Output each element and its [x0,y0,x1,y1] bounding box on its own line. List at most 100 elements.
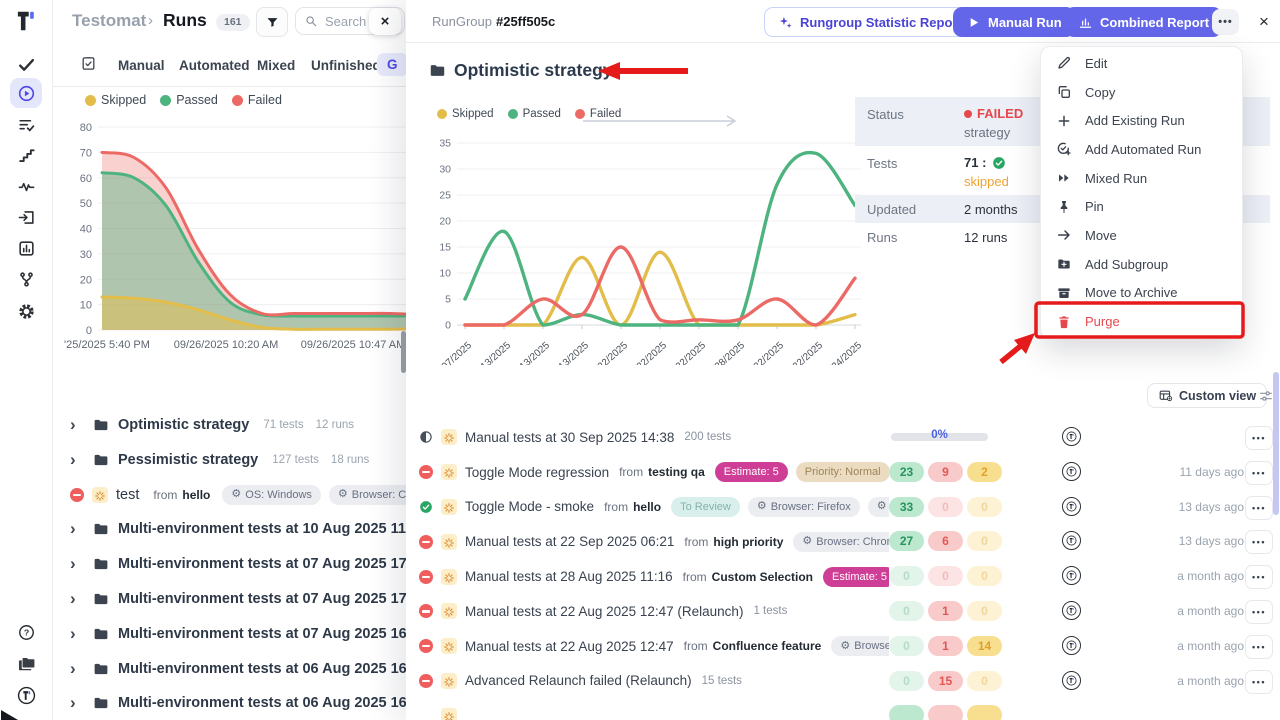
chevron-right-icon[interactable]: › [70,627,84,641]
sidebar-item-import[interactable] [10,202,42,232]
sidebar-item-folders[interactable] [10,648,42,678]
row-menu-button[interactable]: ••• [1245,426,1273,450]
gear-icon: ⚙ [840,641,850,652]
close-panel-button[interactable]: × [1252,9,1276,35]
svg-text:09/26/2025 10:20 AM: 09/26/2025 10:20 AM [174,339,279,351]
manual-run-button[interactable]: Manual Run [953,7,1075,37]
menu-item-add-automated-run[interactable]: Add Automated Run [1041,135,1242,164]
run-row[interactable]: Toggle Mode regressionfromtesting qaEsti… [406,455,1280,490]
svg-text:10: 10 [80,300,92,312]
chevron-right-icon[interactable]: › [70,557,84,571]
menu-item-purge[interactable]: Purge [1041,307,1242,336]
tab-unfinished[interactable]: Unfinished [311,58,381,73]
avatar[interactable] [1062,427,1081,446]
avatar[interactable] [1062,671,1081,690]
breadcrumb-parent[interactable]: Testomat [72,11,146,31]
filter-button[interactable] [256,7,288,37]
sidebar-item-pulse[interactable] [10,171,42,201]
sidebar-item-branch[interactable] [10,264,42,294]
avatar[interactable] [1062,531,1081,550]
run-row[interactable]: Toggle Mode - smokefromhelloTo Review⚙Br… [406,490,1280,525]
sidebar-item-gear[interactable] [10,296,42,326]
spark-icon [441,534,457,550]
menu-item-move-to-archive[interactable]: Move to Archive [1041,279,1242,308]
run-row[interactable]: Manual tests at 30 Sep 2025 14:38200 tes… [406,420,1280,455]
combined-report-button[interactable]: Combined Report [1065,7,1222,37]
group-row[interactable]: ›Optimistic strategy71 tests12 runs [70,410,366,440]
run-tests-count: 15 tests [702,675,742,687]
run-row[interactable]: Manual tests at 28 Aug 2025 11:16fromCus… [406,559,1280,594]
run-list-item[interactable]: testfromhello⚙OS: Windows⚙Browser: Chrom… [70,480,454,510]
avatar[interactable] [1062,497,1081,516]
run-row[interactable]: Manual tests at 22 Aug 2025 12:47 (Relau… [406,594,1280,629]
group-row[interactable]: ›Multi-environment tests at 07 Aug 2025 … [70,549,442,579]
move-icon [1056,227,1072,243]
row-menu-button[interactable]: ••• [1245,530,1273,554]
failed-status-icon [419,674,433,688]
group-row[interactable]: ›Multi-environment tests at 06 Aug 2025 … [70,654,442,684]
chevron-right-icon[interactable]: › [70,418,84,432]
menu-item-add-subgroup[interactable]: Add Subgroup [1041,250,1242,279]
menu-item-move[interactable]: Move [1041,221,1242,250]
menu-item-copy[interactable]: Copy [1041,78,1242,107]
run-row[interactable]: Manual tests at 22 Aug 2025 12:47fromCon… [406,629,1280,664]
sidebar-item-steps[interactable] [10,140,42,170]
sliders-icon[interactable] [1258,388,1274,404]
row-menu-button[interactable]: ••• [1245,565,1273,589]
avatar[interactable] [1062,566,1081,585]
chevron-right-icon[interactable]: › [70,662,84,676]
search-clear-button[interactable]: × [369,8,401,35]
from-source: Confluence feature [713,639,822,653]
avatar[interactable] [1062,636,1081,655]
tab-g[interactable]: G [377,53,408,76]
menu-item-mixed-run[interactable]: Mixed Run [1041,164,1242,193]
more-actions-button[interactable]: ••• [1212,9,1239,35]
tab-manual[interactable]: Manual [118,58,165,73]
modal-scrollbar-thumb[interactable] [1273,372,1279,515]
menu-item-add-existing-run[interactable]: Add Existing Run [1041,106,1242,135]
group-name: Multi-environment tests at 07 Aug 2025 1… [118,626,428,642]
clipboard-check-icon[interactable] [80,55,97,72]
brand-logo-icon[interactable] [13,8,39,34]
status-value: FAILED [964,106,1023,121]
avatar[interactable] [1062,601,1081,620]
gear-icon: ⚙ [757,501,767,512]
group-row[interactable]: ›Pessimistic strategy127 tests18 runs [70,445,381,475]
custom-view-button[interactable]: Custom view [1147,383,1267,408]
run-row[interactable]: Advanced Relaunch failed (Relaunch)15 te… [406,664,1280,699]
group-row[interactable]: ›Multi-environment tests at 07 Aug 2025 … [70,584,442,614]
tab-mixed[interactable]: Mixed [257,58,295,73]
row-menu-button[interactable]: ••• [1245,496,1273,520]
sidebar-item-bar-chart[interactable] [10,233,42,263]
from-source: Custom Selection [712,570,813,584]
chevron-right-icon[interactable]: › [70,522,84,536]
sidebar-item-help[interactable]: ? [10,617,42,647]
group-row[interactable]: › Multi-environment tests at 07 Aug 2025 … [70,619,442,649]
rungroup-statistic-report-button[interactable]: Rungroup Statistic Report [764,7,976,37]
group-row[interactable]: ›Multi-environment tests at 06 Aug 2025 … [70,688,442,718]
failed-status-icon [70,488,84,502]
avatar[interactable] [1062,462,1081,481]
run-title: Manual tests at 22 Sep 2025 06:21 [465,534,674,549]
sidebar-item-brand-circle[interactable] [10,680,42,710]
run-row[interactable] [406,698,1280,720]
count-yellow-badge: 0 [967,531,1002,551]
row-menu-button[interactable]: ••• [1245,635,1273,659]
row-menu-button[interactable]: ••• [1245,670,1273,694]
sidebar-item-play-circle[interactable] [10,78,42,108]
run-timestamp: a month ago [1177,604,1244,618]
menu-item-edit[interactable]: Edit [1041,49,1242,78]
sidebar-item-check[interactable] [10,49,42,79]
sidebar-item-list-check[interactable] [10,110,42,140]
row-menu-button[interactable]: ••• [1245,600,1273,624]
chevron-right-icon[interactable]: › [70,696,84,710]
tab-automated[interactable]: Automated [179,58,250,73]
chevron-right-icon[interactable]: › [70,453,84,467]
chevron-right-icon[interactable]: › [70,592,84,606]
row-menu-button[interactable]: ••• [1245,461,1273,485]
group-row[interactable]: ›Multi-environment tests at 10 Aug 2025 … [70,514,441,544]
menu-item-pin[interactable]: Pin [1041,192,1242,221]
check-circle-icon [992,156,1006,170]
run-row[interactable]: Manual tests at 22 Sep 2025 06:21fromhig… [406,524,1280,559]
scroll-right-arrow-icon[interactable] [581,114,743,128]
